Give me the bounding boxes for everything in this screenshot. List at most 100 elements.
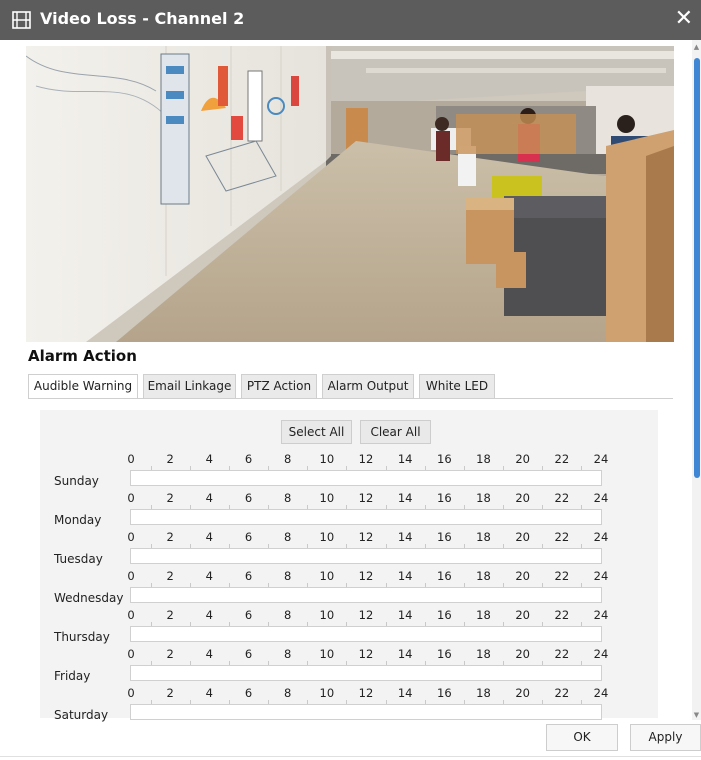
hour-tick-label: 4 [205,608,213,622]
hour-tick-label: 8 [283,608,292,622]
hour-tick-label: 14 [397,686,413,700]
hour-tick-label: 2 [166,530,174,544]
hour-tick-label: 20 [515,530,530,544]
hour-tick-label: 20 [515,569,530,583]
timebar-tuesday[interactable] [130,548,602,564]
hour-tick-label: 16 [437,491,452,505]
hour-tick-label: 4 [205,530,213,544]
hour-tick-label: 24 [593,686,609,700]
timebar-saturday[interactable] [130,704,602,720]
tab-email-linkage[interactable]: Email Linkage [143,374,236,399]
dialog-titlebar: Video Loss - Channel 2 ✕ [0,0,701,40]
day-label-friday: Friday [54,669,91,683]
timebar-monday[interactable] [130,509,602,525]
day-label-wednesday: Wednesday [54,591,124,605]
select-all-button[interactable]: Select All [281,420,352,444]
hour-tick-label: 18 [476,608,491,622]
clear-all-button[interactable]: Clear All [360,420,431,444]
hour-tick-label: 18 [476,686,491,700]
hour-tick-label: 0 [127,569,135,583]
alarm-action-title: Alarm Action [28,347,137,365]
timebar-sunday[interactable] [130,470,602,486]
hour-tick-label: 24 [593,491,609,505]
hour-tick-label: 18 [476,491,491,505]
hour-tick-label: 0 [127,647,135,661]
timebar-thursday[interactable] [130,626,602,642]
hour-tick-label: 6 [244,452,253,466]
tab-white-led[interactable]: White LED [419,374,495,399]
hour-tick-label: 8 [283,569,292,583]
hour-tick-label: 22 [554,530,570,544]
day-label-sunday: Sunday [54,474,99,488]
hour-tick-label: 14 [397,491,413,505]
hour-tick-label: 24 [593,452,609,466]
hour-tick-label: 16 [437,686,452,700]
hour-tick-label: 12 [358,686,374,700]
hour-tick-label: 22 [554,569,570,583]
hour-tick-label: 10 [319,530,335,544]
tab-ptz-action[interactable]: PTZ Action [241,374,317,399]
hour-tick-label: 2 [166,686,174,700]
hour-tick-label: 4 [205,452,213,466]
hour-tick-label: 14 [397,530,413,544]
hour-tick-label: 4 [205,686,213,700]
hour-tick-label: 10 [319,569,335,583]
hour-tick-label: 20 [515,647,530,661]
apply-button[interactable]: Apply [630,724,701,751]
hour-tick-label: 2 [166,647,174,661]
hour-tick-label: 18 [476,569,491,583]
hour-tick-label: 10 [319,686,335,700]
hour-tick-label: 22 [554,491,570,505]
hour-tick-label: 18 [476,452,491,466]
hour-tick-label: 2 [166,608,174,622]
day-label-monday: Monday [54,513,102,527]
scroll-down-arrow-icon[interactable]: ▼ [692,710,701,720]
ok-button[interactable]: OK [546,724,618,751]
hour-tick-label: 0 [127,452,135,466]
day-label-tuesday: Tuesday [54,552,103,566]
footer-divider [0,756,701,757]
timebar-wednesday[interactable] [130,587,602,603]
tab-audible-warning[interactable]: Audible Warning [28,374,138,399]
hour-tick-label: 12 [358,608,374,622]
hour-tick-label: 8 [283,686,292,700]
hour-tick-label: 20 [515,452,530,466]
hour-tick-label: 6 [244,491,253,505]
scrollbar-thumb[interactable] [694,58,700,478]
hour-tick-label: 0 [127,491,135,505]
hour-tick-label: 6 [244,686,253,700]
hour-tick-label: 16 [437,452,452,466]
hour-tick-label: 8 [283,491,292,505]
hour-tick-label: 12 [358,530,374,544]
hour-tick-label: 10 [319,452,335,466]
hour-tick-label: 18 [476,647,491,661]
hour-tick-label: 16 [437,647,452,661]
hour-tick-label: 22 [554,608,570,622]
timebar-friday[interactable] [130,665,602,681]
hour-tick-label: 20 [515,608,530,622]
hour-tick-label: 2 [166,452,174,466]
day-label-saturday: Saturday [54,708,109,722]
hour-tick-label: 0 [127,686,135,700]
day-label-thursday: Thursday [54,630,110,644]
scroll-up-arrow-icon[interactable]: ▲ [692,42,701,52]
hour-tick-label: 8 [283,647,292,661]
film-icon [12,11,31,29]
hour-tick-label: 6 [244,569,253,583]
hour-tick-label: 24 [593,569,609,583]
camera-preview-image [26,46,674,342]
vertical-scrollbar[interactable]: ▲ ▼ [692,40,701,720]
hour-tick-label: 2 [166,569,174,583]
tab-alarm-output[interactable]: Alarm Output [322,374,414,399]
hour-tick-label: 8 [283,452,292,466]
hour-tick-label: 8 [283,530,292,544]
close-icon[interactable]: ✕ [675,6,693,32]
hour-tick-label: 10 [319,647,335,661]
hour-tick-label: 24 [593,530,609,544]
hour-tick-label: 6 [244,530,253,544]
hour-tick-label: 16 [437,530,452,544]
hour-tick-label: 14 [397,569,413,583]
hour-tick-label: 12 [358,569,374,583]
hour-tick-label: 14 [397,647,413,661]
hour-tick-label: 2 [166,491,174,505]
